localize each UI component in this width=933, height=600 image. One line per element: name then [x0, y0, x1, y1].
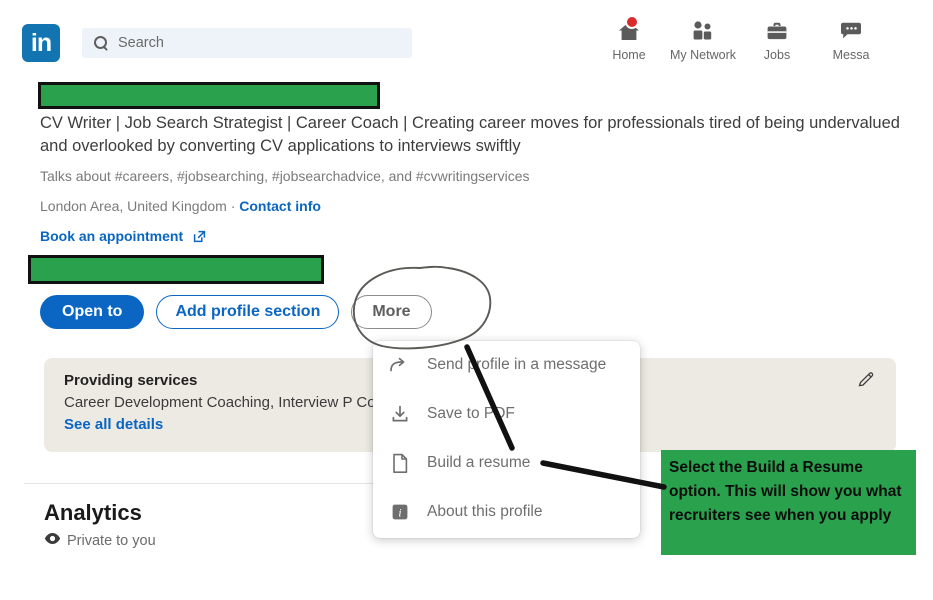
analytics-visibility: Private to you	[44, 532, 156, 549]
dropdown-item-about-profile[interactable]: i About this profile	[373, 488, 640, 536]
analytics-visibility-label: Private to you	[67, 532, 156, 549]
info-icon: i	[373, 502, 427, 522]
book-appointment-label: Book an appointment	[40, 228, 184, 244]
contact-info-link[interactable]: Contact info	[239, 198, 321, 214]
briefcase-icon	[765, 18, 789, 44]
notification-badge	[625, 15, 639, 29]
profile-action-buttons: Open to Add profile section More	[40, 294, 432, 330]
profile-location: London Area, United Kingdom	[40, 198, 227, 214]
top-navigation-bar: in Search Home My Network Jobs Messa	[0, 0, 933, 72]
nav-item-my-network-label: My Network	[670, 48, 736, 62]
nav-item-home-label: Home	[612, 48, 646, 62]
dropdown-item-save-pdf-label: Save to PDF	[427, 405, 515, 422]
more-dropdown-menu: Send profile in a message Save to PDF Bu…	[373, 341, 640, 538]
document-icon	[373, 453, 427, 474]
book-appointment-link[interactable]: Book an appointment	[40, 228, 206, 244]
search-placeholder-text: Search	[118, 35, 164, 51]
search-icon	[94, 36, 108, 51]
dropdown-item-about-profile-label: About this profile	[427, 503, 543, 520]
dropdown-item-build-resume[interactable]: Build a resume	[373, 439, 640, 487]
open-to-button[interactable]: Open to	[40, 295, 145, 329]
nav-item-my-network[interactable]: My Network	[666, 18, 740, 62]
dropdown-item-save-pdf[interactable]: Save to PDF	[373, 390, 640, 438]
instruction-note: Select the Build a Resume option. This w…	[661, 450, 916, 555]
nav-item-jobs-label: Jobs	[763, 48, 791, 62]
nav-item-messaging-label: Messa	[832, 48, 870, 62]
message-bubble-icon	[838, 18, 864, 44]
redacted-name-block	[38, 82, 380, 109]
people-icon	[690, 18, 716, 44]
pencil-icon[interactable]	[856, 370, 876, 390]
dropdown-item-send-profile[interactable]: Send profile in a message	[373, 341, 640, 389]
download-icon	[373, 404, 427, 424]
profile-headline: CV Writer | Job Search Strategist | Care…	[40, 114, 900, 155]
nav-items: Home My Network Jobs Messa	[592, 15, 888, 68]
home-icon	[617, 15, 641, 44]
linkedin-profile-screenshot: in Search Home My Network Jobs Messa CV …	[0, 0, 933, 600]
dropdown-item-build-resume-label: Build a resume	[427, 454, 531, 471]
more-button[interactable]: More	[351, 295, 432, 329]
nav-item-messaging[interactable]: Messa	[814, 18, 888, 62]
nav-item-jobs[interactable]: Jobs	[740, 18, 814, 62]
linkedin-logo[interactable]: in	[22, 24, 60, 62]
search-input[interactable]: Search	[82, 28, 412, 58]
profile-talks-about: Talks about #careers, #jobsearching, #jo…	[40, 168, 530, 184]
add-profile-section-button[interactable]: Add profile section	[156, 295, 340, 329]
analytics-title: Analytics	[44, 500, 142, 525]
providing-services-title: Providing services	[64, 372, 198, 389]
linkedin-logo-text: in	[30, 28, 52, 57]
analytics-section: Analytics Private to you	[44, 500, 156, 549]
profile-location-line: London Area, United Kingdom · Contact in…	[40, 198, 321, 214]
share-arrow-icon	[373, 356, 427, 374]
location-separator: ·	[226, 198, 240, 214]
see-all-details-link[interactable]: See all details	[64, 416, 163, 433]
nav-item-home[interactable]: Home	[592, 15, 666, 62]
dropdown-item-send-profile-label: Send profile in a message	[427, 356, 607, 373]
external-link-icon	[193, 230, 206, 246]
redacted-info-block	[28, 255, 324, 284]
instruction-note-text: Select the Build a Resume option. This w…	[669, 459, 902, 524]
eye-icon	[44, 532, 61, 549]
svg-text:i: i	[398, 508, 401, 520]
